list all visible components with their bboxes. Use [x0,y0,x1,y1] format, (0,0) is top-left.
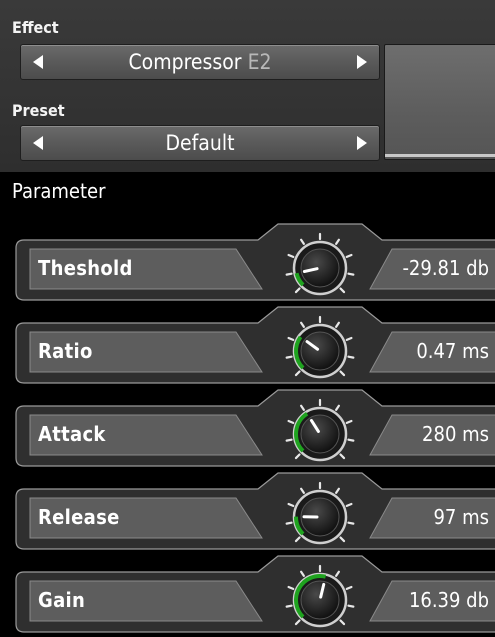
parameter-value[interactable]: 0.47 ms [377,339,489,363]
parameter-label: Release [38,505,120,529]
parameter-label: Gain [38,588,85,612]
effect-label: Effect [12,18,59,37]
preset-selector[interactable]: Default [20,125,380,161]
effect-selector[interactable]: Compressor E2 [20,44,380,80]
triangle-right-icon [355,135,369,151]
parameter-value[interactable]: 16.39 db [377,588,489,612]
effect-name-display: Compressor E2 [57,45,343,79]
parameter-row: Gain 16.39 db [0,554,495,637]
preset-label: Preset [12,101,65,120]
parameter-row: Theshold -29.81 db [0,222,495,305]
triangle-left-icon [31,135,45,151]
effect-prev-button[interactable] [23,45,53,79]
preset-next-button[interactable] [347,126,377,160]
preset-name: Default [57,126,343,160]
parameter-value[interactable]: 97 ms [377,505,489,529]
parameters-title: Parameter [12,179,106,203]
effect-next-button[interactable] [347,45,377,79]
parameter-row: Release 97 ms [0,471,495,554]
parameter-knob[interactable] [286,315,354,385]
parameter-value[interactable]: -29.81 db [377,256,489,280]
triangle-right-icon [355,54,369,70]
parameter-label: Attack [38,422,106,446]
triangle-left-icon [31,54,45,70]
preview-indicator [385,154,495,157]
parameter-knob[interactable] [286,398,354,468]
preset-prev-button[interactable] [23,126,53,160]
parameter-row: Ratio 0.47 ms [0,305,495,388]
parameter-value[interactable]: 280 ms [377,422,489,446]
parameter-row: Attack 280 ms [0,388,495,471]
effect-name: Compressor [128,50,241,74]
parameter-knob[interactable] [286,232,354,302]
parameter-label: Ratio [38,339,93,363]
effect-header: Effect Compressor E2 Preset Default [0,0,495,172]
parameter-knob[interactable] [286,481,354,551]
parameter-label: Theshold [38,256,133,280]
effect-variant: E2 [248,50,272,74]
effect-preview-pad[interactable] [384,44,495,160]
